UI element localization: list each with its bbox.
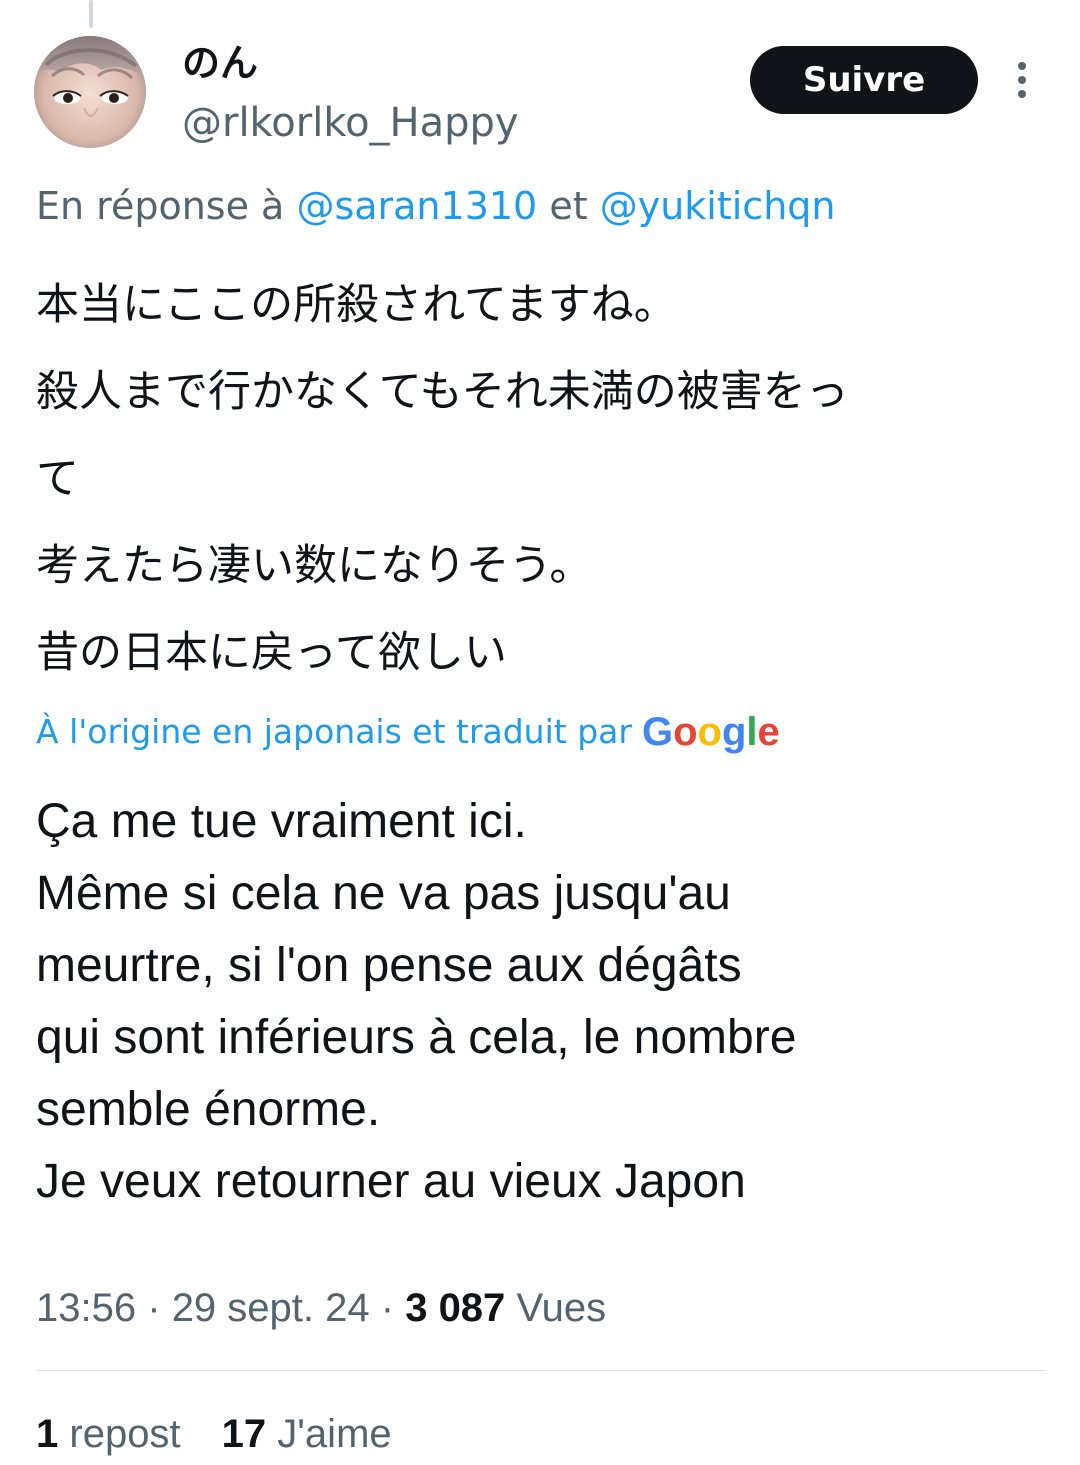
original-text-line: 考えたら凄い数になりそう。 [36,541,593,591]
likes-count: 17 [221,1412,267,1456]
views-label: Vues [516,1286,607,1330]
reply-mention-yukitichqn[interactable]: @yukitichqn [600,184,836,228]
original-text-line: 本当にここの所殺されてますね。 [36,280,677,330]
reposts-stat[interactable]: 1 repost [36,1406,181,1462]
more-options-button[interactable] [1000,58,1044,102]
engagement-stats: 1 repost 17 J'aime [36,1406,1036,1462]
likes-stat[interactable]: 17 J'aime [222,1406,392,1462]
thread-connector-line [89,0,93,28]
reply-prefix: En réponse à [36,184,285,228]
avatar-photo [34,36,146,148]
translated-text-line: qui sont inférieurs à cela, le nombre [36,1011,797,1064]
author-display-name[interactable]: のん [182,38,702,88]
avatar[interactable] [34,36,146,148]
reposts-count: 1 [36,1412,59,1456]
more-vertical-icon [1018,62,1026,98]
google-logo-letter: l [746,710,758,754]
translated-text-line: semble énorme. [36,1083,381,1136]
reposts-label: repost [69,1412,181,1456]
author-info: のん @rlkorlko_Happy [182,38,702,150]
original-text-line: 殺人まで行かなくてもそれ未満の被害をっ [36,367,849,417]
google-logo-letter: o [673,710,698,754]
original-text-line: 昔の日本に戻って欲しい [36,628,507,678]
original-text-line: て [36,454,79,504]
stats-divider [36,1370,1046,1371]
google-logo-letter: e [757,710,780,754]
translation-source-link[interactable]: À l'origine en japonais et traduit par [36,708,632,756]
translated-text-line: Même si cela ne va pas jusqu'au [36,867,731,920]
post-meta: 13:56 · 29 sept. 24 · 3 087 Vues [36,1280,1036,1336]
translated-post-text: Ça me tue vraiment ici. Même si cela ne … [36,786,1036,1218]
reply-joiner: et [549,184,588,228]
reply-mention-saran1310[interactable]: @saran1310 [296,184,537,228]
reply-context: En réponse à @saran1310 et @yukitichqn [36,182,1026,230]
post-header: のん @rlkorlko_Happy Suivre [34,36,1044,156]
meta-separator: · [380,1286,395,1330]
author-handle[interactable]: @rlkorlko_Happy [182,96,702,150]
google-logo-letter: o [697,710,722,754]
translated-text-line: Je veux retourner au vieux Japon [36,1155,746,1208]
google-logo[interactable]: Google [642,708,780,756]
views-count: 3 087 [405,1286,506,1330]
follow-button[interactable]: Suivre [750,46,978,114]
google-logo-letter: G [641,710,674,754]
meta-separator: · [147,1286,161,1330]
post-date[interactable]: 29 sept. 24 [172,1286,370,1330]
translated-text-line: Ça me tue vraiment ici. [36,795,527,848]
google-logo-letter: g [721,710,747,754]
translation-attribution: À l'origine en japonais et traduit par G… [36,708,1036,756]
original-post-text: 本当にここの所殺されてますね。 殺人まで行かなくてもそれ未満の被害をっ て 考え… [36,262,1036,697]
translated-text-line: meurtre, si l'on pense aux dégâts [36,939,742,992]
post-time[interactable]: 13:56 [36,1286,136,1330]
likes-label: J'aime [277,1412,392,1456]
